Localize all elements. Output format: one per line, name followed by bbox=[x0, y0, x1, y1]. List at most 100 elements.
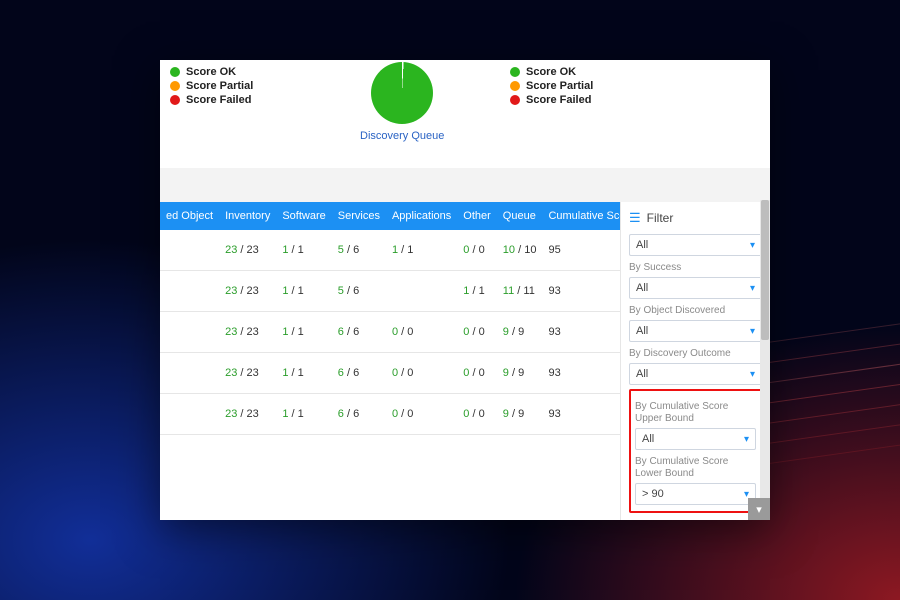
chevron-down-icon: ▾ bbox=[750, 326, 755, 337]
legend-label: Score Failed bbox=[186, 94, 251, 106]
pie-caption[interactable]: Discovery Queue bbox=[360, 130, 444, 142]
filter-label-objdisc: By Object Discovered bbox=[629, 305, 762, 317]
results-table-wrap: ed Object Inventory Software Services Ap… bbox=[160, 202, 620, 520]
cell-services: 6 / 6 bbox=[332, 312, 386, 353]
dot-icon bbox=[170, 81, 180, 91]
cell-inventory: 23 / 23 bbox=[219, 271, 276, 312]
cell-queue: 9 / 9 bbox=[497, 312, 543, 353]
legend-right: Score OK Score Partial Score Failed bbox=[510, 66, 593, 106]
cell-other: 1 / 1 bbox=[457, 271, 497, 312]
col-inventory[interactable]: Inventory bbox=[219, 202, 276, 230]
filter-select-objdisc[interactable]: All ▾ bbox=[629, 320, 762, 342]
cell-object bbox=[160, 353, 219, 394]
cell-cumulative: 93 bbox=[542, 312, 620, 353]
col-applications[interactable]: Applications bbox=[386, 202, 457, 230]
col-other[interactable]: Other bbox=[457, 202, 497, 230]
filter-value: All bbox=[636, 282, 648, 294]
cell-inventory: 23 / 23 bbox=[219, 230, 276, 271]
cell-software: 1 / 1 bbox=[276, 271, 331, 312]
table-row[interactable]: 23 / 231 / 16 / 60 / 00 / 09 / 993 bbox=[160, 394, 620, 435]
filter-select-top[interactable]: All ▾ bbox=[629, 234, 762, 256]
cell-inventory: 23 / 23 bbox=[219, 312, 276, 353]
cell-applications: 0 / 0 bbox=[386, 394, 457, 435]
table-header-row: ed Object Inventory Software Services Ap… bbox=[160, 202, 620, 230]
legend-left: Score OK Score Partial Score Failed bbox=[170, 66, 253, 158]
filter-select-outcome[interactable]: All ▾ bbox=[629, 363, 762, 385]
dot-icon bbox=[170, 95, 180, 105]
cell-services: 6 / 6 bbox=[332, 353, 386, 394]
dot-icon bbox=[510, 95, 520, 105]
cell-queue: 10 / 10 bbox=[497, 230, 543, 271]
filter-value: All bbox=[636, 325, 648, 337]
cell-object bbox=[160, 312, 219, 353]
filter-value: All bbox=[636, 368, 648, 380]
legend-label: Score Failed bbox=[526, 94, 591, 106]
dot-icon bbox=[510, 81, 520, 91]
cell-queue: 9 / 9 bbox=[497, 394, 543, 435]
cell-services: 5 / 6 bbox=[332, 271, 386, 312]
filter-select-upper[interactable]: All ▾ bbox=[635, 428, 756, 450]
cell-applications bbox=[386, 271, 457, 312]
cumulative-score-filters-highlight: By Cumulative Score Upper Bound All ▾ By… bbox=[629, 389, 762, 513]
col-services[interactable]: Services bbox=[332, 202, 386, 230]
chevron-down-icon: ▾ bbox=[750, 283, 755, 294]
col-object[interactable]: ed Object bbox=[160, 202, 219, 230]
filter-select-success[interactable]: All ▾ bbox=[629, 277, 762, 299]
dot-icon bbox=[510, 67, 520, 77]
legend-item-failed: Score Failed bbox=[170, 94, 253, 106]
legend-label: Score OK bbox=[526, 66, 576, 78]
legend-label: Score OK bbox=[186, 66, 236, 78]
app-window: Score OK Score Partial Score Failed Disc… bbox=[160, 60, 770, 520]
filter-header: ☰ Filter bbox=[629, 210, 762, 226]
chevron-down-icon: ▾ bbox=[744, 434, 749, 445]
legend-item-partial: Score Partial bbox=[170, 80, 253, 92]
filter-value: All bbox=[636, 239, 648, 251]
legend-item-partial: Score Partial bbox=[510, 80, 593, 92]
summary-card: Score OK Score Partial Score Failed Disc… bbox=[160, 60, 770, 168]
cell-cumulative: 93 bbox=[542, 353, 620, 394]
scrollbar-track[interactable] bbox=[760, 200, 770, 520]
cell-other: 0 / 0 bbox=[457, 353, 497, 394]
cell-software: 1 / 1 bbox=[276, 394, 331, 435]
cell-cumulative: 93 bbox=[542, 271, 620, 312]
table-row[interactable]: 23 / 231 / 16 / 60 / 00 / 09 / 993 bbox=[160, 312, 620, 353]
results-table: ed Object Inventory Software Services Ap… bbox=[160, 202, 620, 435]
cell-other: 0 / 0 bbox=[457, 312, 497, 353]
legend-label: Score Partial bbox=[526, 80, 593, 92]
pie-chart-wrap: Discovery Queue bbox=[360, 62, 444, 142]
legend-item-failed: Score Failed bbox=[510, 94, 593, 106]
filter-icon: ☰ bbox=[629, 210, 641, 226]
cell-applications: 1 / 1 bbox=[386, 230, 457, 271]
cell-object bbox=[160, 394, 219, 435]
filter-label-upper: By Cumulative Score Upper Bound bbox=[635, 401, 756, 425]
table-row[interactable]: 23 / 231 / 16 / 60 / 00 / 09 / 993 bbox=[160, 353, 620, 394]
chevron-down-icon: ▾ bbox=[750, 240, 755, 251]
cell-applications: 0 / 0 bbox=[386, 312, 457, 353]
col-queue[interactable]: Queue bbox=[497, 202, 543, 230]
legend-item-ok: Score OK bbox=[170, 66, 253, 78]
cell-services: 5 / 6 bbox=[332, 230, 386, 271]
table-row[interactable]: 23 / 231 / 15 / 61 / 10 / 010 / 1095 bbox=[160, 230, 620, 271]
dot-icon bbox=[170, 67, 180, 77]
cell-other: 0 / 0 bbox=[457, 230, 497, 271]
cell-other: 0 / 0 bbox=[457, 394, 497, 435]
cell-queue: 9 / 9 bbox=[497, 353, 543, 394]
legend-item-ok: Score OK bbox=[510, 66, 593, 78]
filter-label-outcome: By Discovery Outcome bbox=[629, 348, 762, 360]
pie-chart[interactable] bbox=[371, 62, 433, 124]
table-row[interactable]: 23 / 231 / 15 / 61 / 111 / 1193 bbox=[160, 271, 620, 312]
cell-software: 1 / 1 bbox=[276, 230, 331, 271]
main-area: ed Object Inventory Software Services Ap… bbox=[160, 202, 770, 520]
scrollbar-thumb[interactable] bbox=[761, 200, 769, 340]
cell-queue: 11 / 11 bbox=[497, 271, 543, 312]
filter-select-lower[interactable]: > 90 ▾ bbox=[635, 483, 756, 505]
filter-label-lower: By Cumulative Score Lower Bound bbox=[635, 456, 756, 480]
cell-object bbox=[160, 230, 219, 271]
chevron-down-icon: ▾ bbox=[756, 503, 762, 516]
cell-applications: 0 / 0 bbox=[386, 353, 457, 394]
cell-services: 6 / 6 bbox=[332, 394, 386, 435]
col-cumulative[interactable]: Cumulative Score bbox=[542, 202, 620, 230]
col-software[interactable]: Software bbox=[276, 202, 331, 230]
chevron-down-icon: ▾ bbox=[750, 369, 755, 380]
scroll-down-button[interactable]: ▾ bbox=[748, 498, 770, 520]
